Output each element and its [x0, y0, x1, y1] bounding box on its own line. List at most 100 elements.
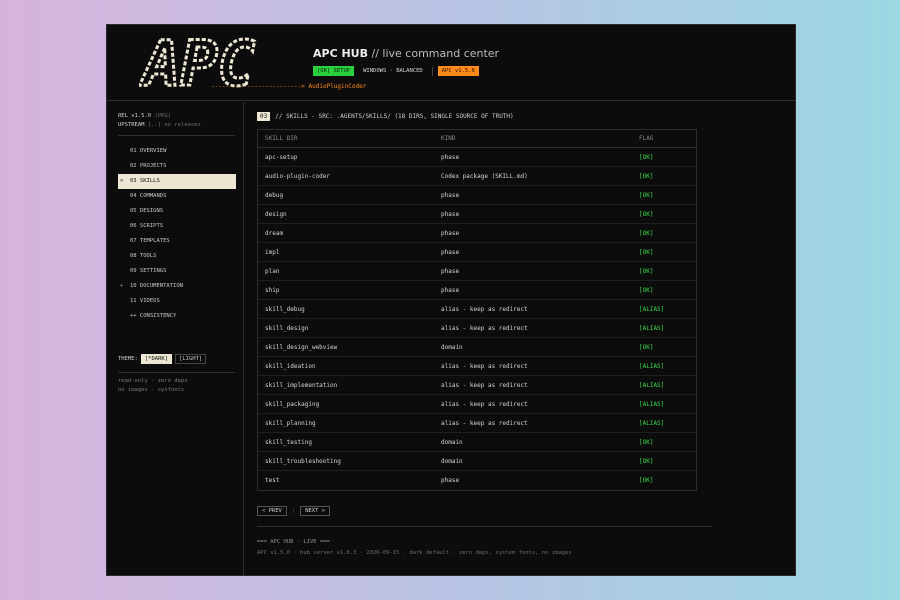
table-row[interactable]: debug phase [OK]: [258, 186, 696, 205]
next-button[interactable]: NEXT >: [300, 506, 331, 516]
theme-light-button[interactable]: [LIGHT]: [175, 354, 207, 364]
status-badges: [OK] SETUP WINDOWS · BALANCED APC v1.5.0: [313, 66, 479, 76]
badge-divider: [431, 66, 433, 76]
upstream-status: [..] no releases: [147, 122, 201, 128]
app-window: APC -------------------------> AudioPlug…: [106, 24, 796, 576]
table-row[interactable]: skill_packaging alias - keep as redirect […: [258, 395, 696, 414]
column-header: KIND: [441, 135, 456, 142]
table-row[interactable]: plan phase [OK]: [258, 262, 696, 281]
sidebar-item-templates[interactable]: 07 TEMPLATES: [118, 234, 236, 249]
footer-divider: [257, 526, 712, 527]
table-row[interactable]: skill_troubleshooting domain [OK]: [258, 452, 696, 471]
skill-kind: alias - keep as redirect: [441, 420, 528, 427]
skill-flag: [ALIAS]: [639, 420, 665, 427]
table-row[interactable]: ship phase [OK]: [258, 281, 696, 300]
section-header: 03 // SKILLS - SRC: .AGENTS/SKILLS/ (18 …: [257, 112, 514, 121]
sidebar-notes: read-only · zero deps no images · sysfon…: [118, 377, 188, 395]
sidebar-divider: [118, 135, 235, 136]
table-row[interactable]: skill_debug alias - keep as redirect [ALIA…: [258, 300, 696, 319]
table-row[interactable]: audio-plugin-coder Codex package (SKILL.m…: [258, 167, 696, 186]
table-row[interactable]: dream phase [OK]: [258, 224, 696, 243]
nav-label: 10 DOCUMENTATION: [130, 283, 183, 289]
sidebar-item-projects[interactable]: 02 PROJECTS: [118, 159, 236, 174]
table-header: SKILL DIR KIND FLAG: [258, 130, 696, 148]
skill-flag: [OK]: [639, 477, 654, 484]
prev-button[interactable]: < PREV: [257, 506, 287, 516]
sidebar-nav: 01 OVERVIEW 02 PROJECTS >03 SKILLS 04 CO…: [118, 144, 236, 324]
table-row[interactable]: impl phase [OK]: [258, 243, 696, 262]
skill-kind: domain: [441, 439, 463, 446]
hub-subtitle: // live command center: [368, 47, 500, 60]
sidebar-item-scripts[interactable]: 06 SCRIPTS: [118, 219, 236, 234]
nav-label: 09 SETTINGS: [130, 268, 167, 274]
platform-badge: WINDOWS · BALANCED: [363, 68, 423, 74]
skill-kind: Codex package (SKILL.md): [441, 173, 528, 180]
skill-dir: skill_ideation: [265, 363, 316, 370]
sidebar-item-consistency[interactable]: ++ CONSISTENCY: [118, 309, 236, 324]
skill-flag: [OK]: [639, 230, 654, 237]
table-row[interactable]: design phase [OK]: [258, 205, 696, 224]
table-row[interactable]: apc-setup phase [OK]: [258, 148, 696, 167]
theme-dark-button[interactable]: [*DARK]: [140, 354, 173, 364]
nav-label: 04 COMMANDS: [130, 193, 167, 199]
skill-flag: [OK]: [639, 439, 654, 446]
skill-flag: [OK]: [639, 211, 654, 218]
table-row[interactable]: skill_planning alias - keep as redirect [A…: [258, 414, 696, 433]
column-header: FLAG: [639, 135, 654, 142]
skill-dir: debug: [265, 192, 284, 199]
sidebar-item-overview[interactable]: 01 OVERVIEW: [118, 144, 236, 159]
skill-flag: [OK]: [639, 268, 654, 275]
footer: === APC HUB · LIVE === APC v1.5.0 · hub …: [257, 537, 572, 559]
skill-flag: [OK]: [639, 154, 654, 161]
nav-label: ++ CONSISTENCY: [130, 313, 177, 319]
setup-badge[interactable]: [OK] SETUP: [313, 66, 355, 76]
table-row[interactable]: skill_implementation alias - keep as redi…: [258, 376, 696, 395]
sidebar-divider: [118, 372, 235, 373]
skill-dir: audio-plugin-coder: [265, 173, 331, 180]
skill-dir: skill_debug: [265, 306, 305, 313]
header: APC -------------------------> AudioPlug…: [107, 25, 795, 101]
table-row[interactable]: skill_design alias - keep as redirect [ALI…: [258, 319, 696, 338]
sidebar-item-settings[interactable]: 09 SETTINGS: [118, 264, 236, 279]
sidebar-item-commands[interactable]: 04 COMMANDS: [118, 189, 236, 204]
note-line: read-only · zero deps: [118, 378, 188, 384]
release-info: REL v1.5.0 (PKG) UPSTREAM [..] no releas…: [118, 112, 201, 130]
sidebar-item-documentation[interactable]: +10 DOCUMENTATION: [118, 279, 236, 294]
skill-kind: phase: [441, 268, 460, 275]
table-row[interactable]: skill_design_webview domain [OK]: [258, 338, 696, 357]
skill-flag: [ALIAS]: [639, 382, 665, 389]
footer-meta: APC v1.5.0 · hub server v1.0.3 · 2026-09…: [257, 550, 572, 556]
skill-flag: [OK]: [639, 173, 654, 180]
skill-kind: domain: [441, 344, 463, 351]
sidebar-item-designs[interactable]: 05 DESIGNS: [118, 204, 236, 219]
skill-kind: phase: [441, 192, 460, 199]
skill-flag: [OK]: [639, 249, 654, 256]
skill-kind: alias - keep as redirect: [441, 363, 528, 370]
release-version: REL v1.5.0: [118, 113, 152, 119]
footer-title: === APC HUB · LIVE ===: [257, 539, 330, 545]
nav-label: 11 VIDEOS: [130, 298, 160, 304]
sidebar-item-videos[interactable]: 11 VIDEOS: [118, 294, 236, 309]
release-tag: (PKG): [154, 113, 171, 119]
table-row[interactable]: skill_ideation alias - keep as redirect [A…: [258, 357, 696, 376]
skill-dir: impl: [265, 249, 280, 256]
nav-caret: >: [120, 178, 124, 184]
skill-kind: alias - keep as redirect: [441, 401, 528, 408]
skill-flag: [OK]: [639, 344, 654, 351]
sidebar-item-tools[interactable]: 08 TOOLS: [118, 249, 236, 264]
skill-dir: skill_packaging: [265, 401, 320, 408]
skill-dir: test: [265, 477, 280, 484]
section-title: // SKILLS - SRC: .AGENTS/SKILLS/ (18 DIR…: [275, 113, 514, 120]
sidebar-item-skills[interactable]: >03 SKILLS: [118, 174, 236, 189]
skill-dir: skill_design: [265, 325, 309, 332]
nav-label: 03 SKILLS: [130, 178, 160, 184]
skill-dir: skill_testing: [265, 439, 312, 446]
column-header: SKILL DIR: [265, 135, 298, 142]
skill-kind: alias - keep as redirect: [441, 382, 528, 389]
nav-caret: +: [120, 283, 124, 289]
table-row[interactable]: skill_testing domain [OK]: [258, 433, 696, 452]
skill-kind: phase: [441, 249, 460, 256]
nav-label: 05 DESIGNS: [130, 208, 164, 214]
skill-dir: skill_design_webview: [265, 344, 338, 351]
table-row[interactable]: test phase [OK]: [258, 471, 696, 490]
